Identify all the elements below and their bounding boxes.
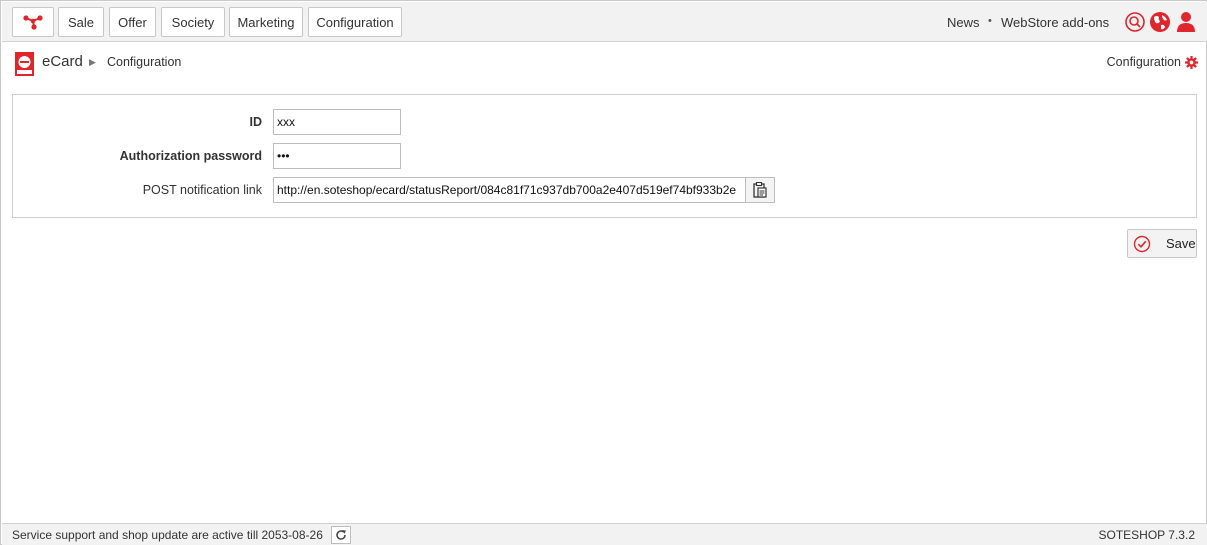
breadcrumb-ecard[interactable]: eCard: [42, 53, 83, 70]
post-notification-link-label: POST notification link: [142, 183, 262, 197]
support-status-text: Service support and shop update are acti…: [12, 528, 323, 542]
user-icon[interactable]: [1175, 11, 1197, 33]
home-button[interactable]: [12, 7, 54, 37]
post-notification-link-input[interactable]: [273, 177, 746, 203]
webstore-addons-link[interactable]: WebStore add-ons: [1001, 15, 1109, 30]
copy-to-clipboard-button[interactable]: [745, 177, 775, 203]
breadcrumb: eCard ▶ Configuration Configuration: [2, 43, 1207, 85]
breadcrumb-current: Configuration: [107, 55, 182, 69]
news-link[interactable]: News: [947, 15, 980, 30]
clipboard-icon: [753, 182, 767, 198]
authorization-password-input[interactable]: [273, 143, 401, 169]
ecard-config-form: ID Authorization password POST notificat…: [12, 94, 1197, 218]
breadcrumb-separator-icon: ▶: [89, 57, 96, 67]
id-input[interactable]: [273, 109, 401, 135]
search-icon[interactable]: [1124, 11, 1146, 33]
id-label: ID: [249, 115, 263, 129]
refresh-icon: [336, 530, 346, 540]
save-button[interactable]: Save: [1127, 229, 1197, 258]
nav-offer[interactable]: Offer: [109, 7, 156, 37]
soteshop-logo-icon: [23, 15, 43, 30]
nav-configuration[interactable]: Configuration: [308, 7, 402, 37]
save-button-label: Save: [1166, 236, 1196, 251]
globe-icon[interactable]: [1149, 11, 1171, 33]
version-text: SOTESHOP 7.3.2: [1098, 528, 1196, 542]
nav-marketing[interactable]: Marketing: [229, 7, 303, 37]
gear-icon[interactable]: [1185, 56, 1198, 69]
refresh-button[interactable]: [331, 526, 351, 544]
nav-sale[interactable]: Sale: [58, 7, 104, 37]
ecard-logo-icon: [15, 52, 34, 76]
top-navigation-bar: Sale Offer Society Marketing Configurati…: [2, 2, 1207, 42]
check-circle-icon: [1133, 235, 1151, 252]
status-footer: Service support and shop update are acti…: [2, 523, 1207, 545]
configuration-link[interactable]: Configuration: [1107, 55, 1181, 69]
nav-society[interactable]: Society: [161, 7, 225, 37]
app-window: Sale Offer Society Marketing Configurati…: [0, 0, 1207, 545]
nav-separator: •: [988, 15, 992, 27]
authorization-password-label: Authorization password: [119, 149, 262, 163]
